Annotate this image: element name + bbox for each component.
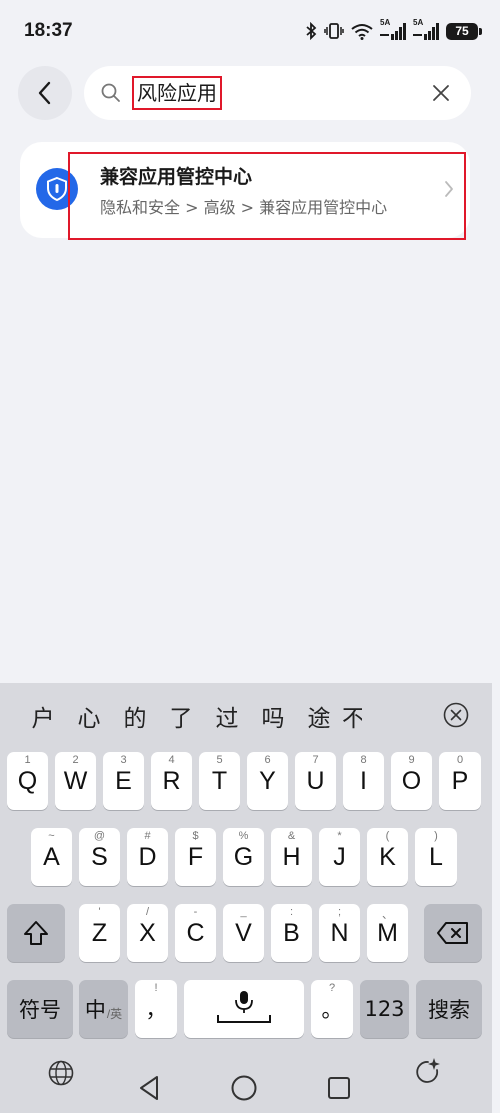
key-i[interactable]: 8I [343,752,384,810]
key-b[interactable]: :B [271,904,312,962]
bluetooth-icon [306,22,317,40]
candidate-word[interactable]: 不 [342,699,362,733]
key-c[interactable]: -C [175,904,216,962]
candidate-word[interactable]: 吗 [250,699,296,733]
key-g[interactable]: % G [223,828,264,886]
vibrate-icon [324,23,344,39]
search-action-key[interactable]: 搜索 [416,980,482,1038]
candidate-word[interactable]: 了 [158,699,204,733]
candidate-word[interactable]: 户 [20,699,66,733]
key-v[interactable]: _ V [223,904,264,962]
key-q[interactable]: 1Q [7,752,48,810]
numbers-key[interactable]: 123 [360,980,409,1038]
symbols-key[interactable]: 符号 [7,980,73,1038]
key-a[interactable]: ~ A [31,828,72,886]
keyboard-assistant-button[interactable] [410,1054,446,1090]
nav-back-button[interactable] [132,1070,166,1106]
recents-square-icon [328,1077,350,1099]
key-n[interactable]: ; N [319,904,360,962]
search-input[interactable]: 风险应用 [132,76,222,110]
shift-arrow-icon [24,921,48,945]
nav-home-button[interactable] [227,1070,261,1106]
navigation-bar [0,1048,492,1113]
microphone-icon [217,991,271,1023]
clear-search-button[interactable] [427,79,455,107]
back-button[interactable] [18,66,72,120]
sparkle-rotate-icon [416,1058,440,1083]
key-h[interactable]: & H [271,828,312,886]
search-box[interactable]: 风险应用 [84,66,471,120]
search-result-item[interactable]: 兼容应用管控中心 隐私和安全 > 高级 > 兼容应用管控中心 [20,142,470,240]
key-o[interactable]: 9O [391,752,432,810]
home-circle-icon [231,1075,257,1101]
status-bar: 18:37 5A 5A 75 [0,0,500,62]
candidate-word[interactable]: 过 [204,699,250,733]
backspace-icon [437,922,468,944]
key-u[interactable]: 7U [295,752,336,810]
search-icon [101,83,120,102]
key-m[interactable]: 、 M [367,904,408,962]
signal-2-tag: 5A [413,18,424,27]
key-j[interactable]: * J [319,828,360,886]
close-circle-icon [443,702,469,728]
keyboard-language-button[interactable] [44,1056,78,1090]
status-icons: 5A 5A 75 [305,18,482,40]
comma-key[interactable]: !， [135,980,177,1038]
candidate-bar: 户 心 的 了 过 吗 途 不 [0,683,492,749]
collapse-candidates-button[interactable] [442,701,470,733]
back-triangle-icon [140,1076,158,1100]
backspace-key[interactable] [424,904,482,962]
key-t[interactable]: 5T [199,752,240,810]
key-d[interactable]: # D [127,828,168,886]
key-f[interactable]: $ F [175,828,216,886]
status-time: 18:37 [24,20,73,41]
key-r[interactable]: 4R [151,752,192,810]
key-s[interactable]: @ S [79,828,120,886]
key-l[interactable]: ) L [415,828,457,886]
candidate-word[interactable]: 心 [66,699,112,733]
key-e[interactable]: 3E [103,752,144,810]
signal-1: 5A [380,18,406,40]
shift-key[interactable] [7,904,65,962]
wifi-icon [351,23,373,40]
result-highlight-box [68,152,466,240]
key-y[interactable]: 6Y [247,752,288,810]
key-k[interactable]: (K [367,828,408,886]
period-key[interactable]: ?。 [311,980,353,1038]
globe-icon [48,1060,74,1086]
key-x[interactable]: / X [127,904,168,962]
battery-indicator: 75 [446,22,482,40]
signal-2: 5A [413,18,439,40]
language-toggle-key[interactable]: 中/英 [79,980,128,1038]
chevron-left-icon [38,81,51,105]
signal-1-tag: 5A [380,18,391,27]
key-w[interactable]: 2W [55,752,96,810]
space-key[interactable] [184,980,304,1038]
close-icon [433,85,449,101]
key-p[interactable]: 0P [439,752,481,810]
candidate-word[interactable]: 的 [112,699,158,733]
candidate-word[interactable]: 途 [296,699,342,733]
key-z[interactable]: ' Z [79,904,120,962]
nav-recents-button[interactable] [322,1070,356,1106]
